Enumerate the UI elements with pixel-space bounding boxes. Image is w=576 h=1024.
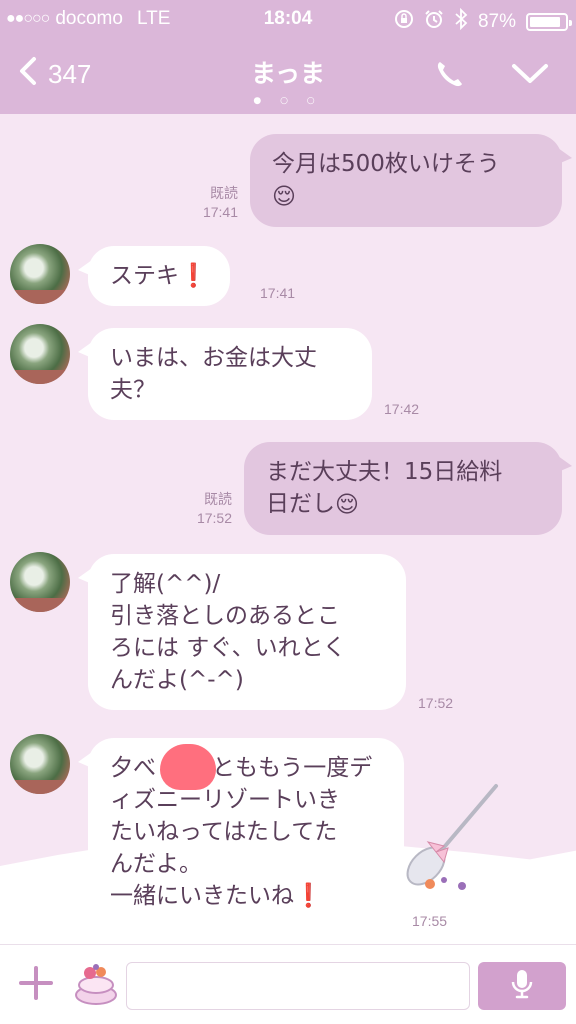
- message-meta: 既読 17:52: [172, 490, 232, 528]
- message-text-line: いまは、お金は大丈: [110, 345, 317, 371]
- message-meta: 既読 17:41: [180, 184, 238, 222]
- battery-percent: 87%: [477, 11, 516, 32]
- lock-rotation-icon: [394, 9, 414, 35]
- message-text-line: 夕べ: [110, 755, 156, 781]
- exclamation-icon: ❗: [294, 883, 323, 909]
- call-button[interactable]: [434, 58, 466, 94]
- exclamation-icon: ❗: [179, 263, 208, 289]
- avatar[interactable]: [10, 244, 70, 304]
- redaction-scribble: [160, 744, 216, 790]
- chat-title: まっま: [250, 59, 325, 88]
- message-time: 17:42: [384, 401, 420, 417]
- status-bar: ●●○○○ docomo LTE 18:04 87%: [0, 0, 576, 38]
- page-indicator: ● ○ ○: [253, 96, 323, 106]
- sticker-button[interactable]: [72, 959, 120, 1013]
- sticker-icon: [72, 964, 120, 1013]
- message-time: 17:55: [412, 913, 448, 929]
- message-input[interactable]: [126, 962, 470, 1010]
- message-bubble-outgoing[interactable]: まだ大丈夫！15日給料 日だし😌: [244, 442, 572, 535]
- message-bubble-incoming[interactable]: 夕べ とももう一度デ ィズニーリゾートいき たいねってはたしてた んだよ。 一緒に…: [78, 738, 404, 926]
- plus-icon: [16, 966, 56, 1007]
- avatar[interactable]: [10, 734, 70, 794]
- message-bubble-incoming[interactable]: いまは、お金は大丈 夫？: [78, 328, 372, 420]
- message-text-line: んだよ(^-^): [110, 667, 244, 693]
- message-text-line: 引き落としのあるとこ: [110, 603, 340, 629]
- read-receipt: 既読: [210, 185, 238, 201]
- message-text-line: とももう一度デ: [212, 755, 373, 781]
- bluetooth-icon: [454, 7, 468, 36]
- message-time: 17:41: [202, 204, 238, 220]
- menu-toggle-button[interactable]: [510, 62, 550, 90]
- message-text-line: 了解(^^)/: [110, 571, 221, 597]
- message-text-line: ろには すぐ、いれとく: [110, 635, 346, 661]
- message-bubble-incoming[interactable]: 了解(^^)/ 引き落としのあるとこ ろには すぐ、いれとく んだよ(^-^): [78, 554, 406, 710]
- add-button[interactable]: [16, 963, 56, 1007]
- message-time: 17:52: [418, 695, 454, 711]
- message-text-line: ィズニーリゾートいき: [110, 787, 340, 813]
- chevron-down-icon: [510, 64, 550, 90]
- message-text-line: 日だし: [266, 491, 335, 517]
- spoon-decoration-icon: [400, 780, 510, 894]
- message-text-line: たいねってはたしてた: [110, 819, 338, 845]
- voice-button[interactable]: [478, 962, 566, 1010]
- read-receipt: 既読: [204, 491, 232, 507]
- phone-icon: [434, 62, 466, 94]
- battery-icon: [526, 13, 572, 31]
- message-text-line: 夫？: [110, 377, 156, 403]
- message-time: 17:52: [196, 510, 232, 526]
- relieved-emoji-icon: 😌: [272, 183, 296, 210]
- battery-tip: [569, 20, 572, 26]
- message-text: ステキ: [110, 263, 179, 289]
- input-bar: [0, 944, 576, 1024]
- message-text-line: 一緒にいきたいね: [110, 883, 294, 909]
- alarm-icon: [424, 9, 444, 35]
- avatar[interactable]: [10, 324, 70, 384]
- chat-area[interactable]: 今月は500枚いけそう 😌 既読 17:41 ステキ❗ 17:41 いまは、お金…: [0, 114, 576, 944]
- relieved-emoji-icon: 😌: [335, 491, 359, 518]
- message-bubble-outgoing[interactable]: 今月は500枚いけそう 😌: [250, 134, 572, 227]
- mic-icon: [509, 968, 535, 1004]
- message-text-line: まだ大丈夫！15日給料: [266, 459, 503, 485]
- message-time: 17:41: [260, 285, 296, 301]
- message-text: 今月は500枚いけそう: [272, 151, 500, 177]
- message-text-line: んだよ。: [110, 851, 202, 877]
- chat-header: 347 まっま ● ○ ○: [0, 38, 576, 114]
- battery-level: [530, 17, 560, 27]
- status-icons: 87%: [394, 7, 572, 36]
- avatar[interactable]: [10, 552, 70, 612]
- message-bubble-incoming[interactable]: ステキ❗: [78, 246, 230, 306]
